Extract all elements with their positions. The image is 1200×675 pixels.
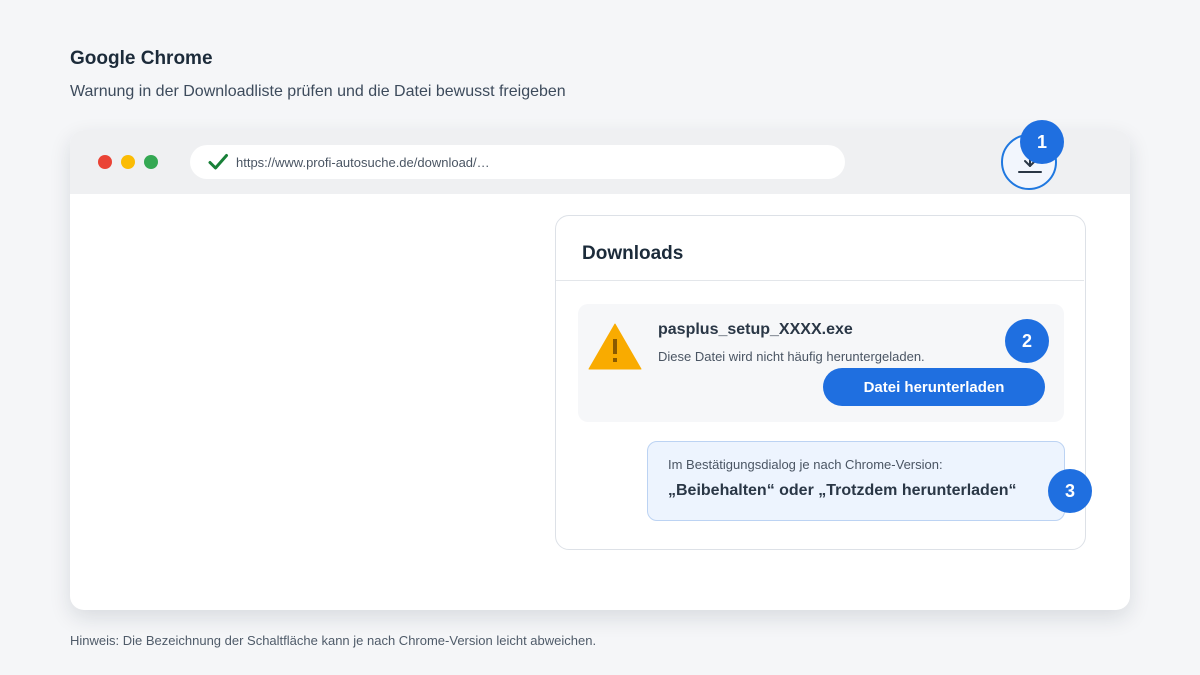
confirmation-hint-box: Im Bestätigungsdialog je nach Chrome-Ver… bbox=[647, 441, 1065, 521]
step-badge-2: 2 bbox=[1005, 319, 1049, 363]
step-badge-1: 1 bbox=[1020, 120, 1064, 164]
panel-divider bbox=[556, 280, 1084, 281]
address-bar[interactable]: https://www.profi-autosuche.de/download/… bbox=[190, 145, 845, 179]
downloads-panel: Downloads pasplus_setup_XXXX.exe Diese D… bbox=[555, 215, 1092, 550]
download-item: pasplus_setup_XXXX.exe Diese Datei wird … bbox=[578, 304, 1064, 422]
minimize-window-icon[interactable] bbox=[121, 155, 135, 169]
url-text: https://www.profi-autosuche.de/download/… bbox=[236, 155, 490, 170]
page-subtitle: Warnung in der Downloadliste prüfen und … bbox=[70, 83, 566, 100]
close-window-icon[interactable] bbox=[98, 155, 112, 169]
file-name: pasplus_setup_XXXX.exe bbox=[658, 321, 853, 338]
step-badge-3: 3 bbox=[1048, 469, 1092, 513]
warning-triangle-icon bbox=[587, 322, 643, 377]
footer-note: Hinweis: Die Bezeichnung der Schaltfläch… bbox=[70, 633, 597, 648]
hint-options-text: „Beibehalten“ oder „Trotzdem herunterlad… bbox=[668, 482, 1017, 499]
check-icon bbox=[207, 151, 229, 173]
browser-window: https://www.profi-autosuche.de/download/… bbox=[70, 120, 1130, 610]
maximize-window-icon[interactable] bbox=[144, 155, 158, 169]
download-file-button[interactable]: Datei herunterladen bbox=[823, 368, 1045, 406]
hint-intro-text: Im Bestätigungsdialog je nach Chrome-Ver… bbox=[668, 457, 943, 472]
file-warning-text: Diese Datei wird nicht häufig herunterge… bbox=[658, 349, 925, 364]
page-title: Google Chrome bbox=[70, 48, 213, 69]
browser-toolbar: https://www.profi-autosuche.de/download/… bbox=[70, 120, 1130, 194]
downloads-panel-title: Downloads bbox=[582, 243, 684, 264]
